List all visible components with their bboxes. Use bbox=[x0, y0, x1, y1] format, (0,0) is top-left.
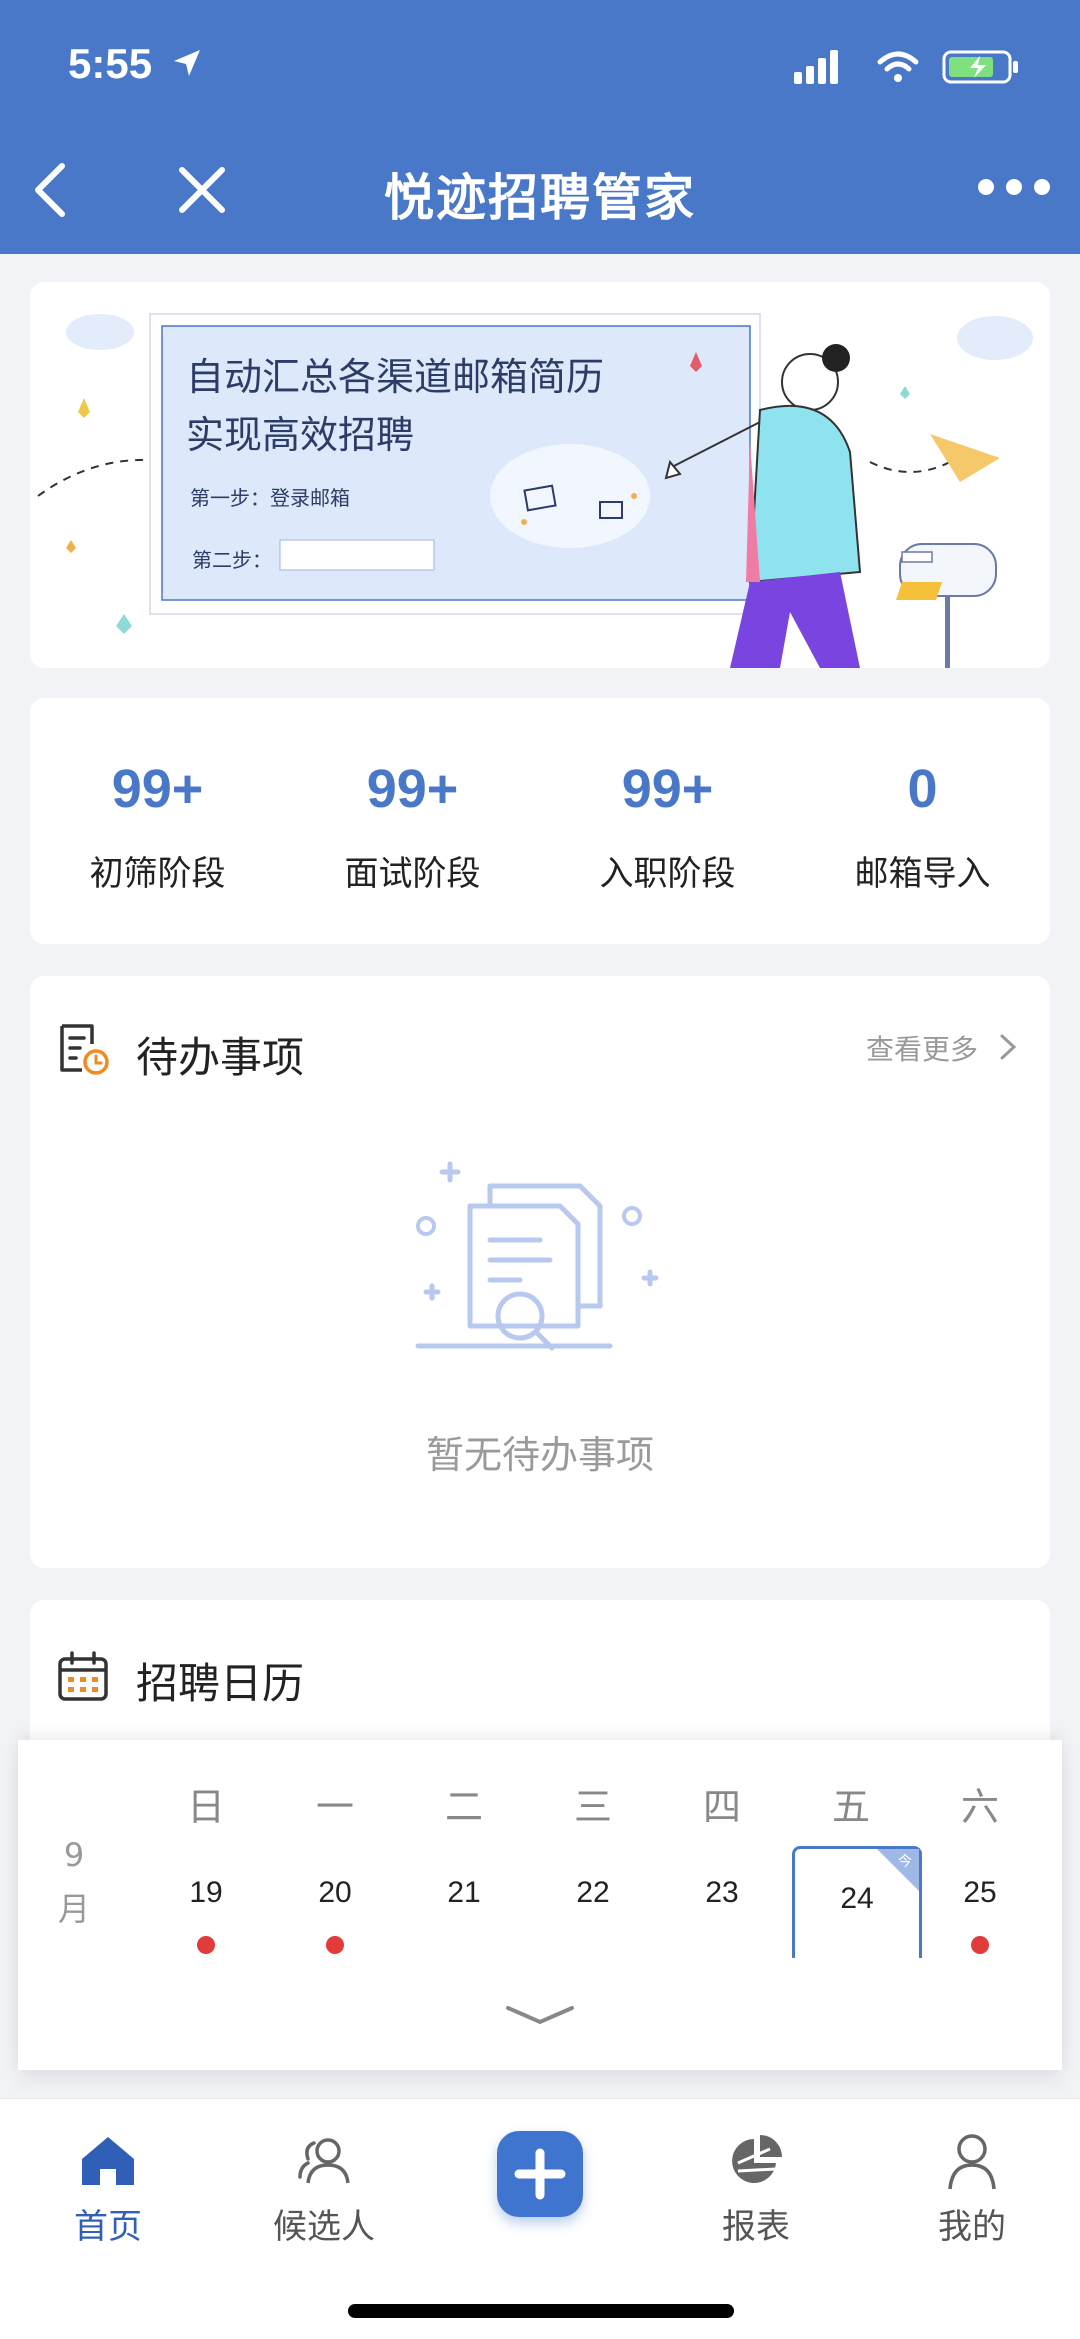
calendar-icon bbox=[58, 1651, 108, 1701]
home-indicator bbox=[348, 2304, 734, 2318]
empty-document-icon bbox=[415, 1161, 659, 1351]
stat-value: 99+ bbox=[366, 759, 459, 819]
tab-reports[interactable]: 报表 bbox=[676, 2129, 836, 2248]
plus-icon bbox=[514, 2148, 566, 2200]
calendar-day[interactable]: 23 bbox=[672, 1876, 772, 1910]
weekday-label: 日 bbox=[186, 1785, 225, 1829]
banner-step1: 第一步：登录邮箱 bbox=[190, 486, 350, 510]
location-arrow-icon bbox=[174, 50, 200, 76]
stat-label: 面试阶段 bbox=[344, 854, 481, 894]
user-icon bbox=[948, 2134, 996, 2190]
tab-candidates[interactable]: 候选人 bbox=[244, 2129, 404, 2248]
event-dot bbox=[971, 1936, 989, 1954]
stage-stats: 99+ 初筛阶段 99+ 面试阶段 99+ 入职阶段 0 邮箱导入 bbox=[30, 698, 1050, 944]
stat-onboarding[interactable]: 99+ 入职阶段 bbox=[540, 698, 795, 944]
event-dot bbox=[197, 1936, 215, 1954]
stat-value: 0 bbox=[907, 759, 938, 819]
tab-label: 报表 bbox=[722, 2207, 790, 2247]
weekday-label: 二 bbox=[444, 1785, 483, 1829]
add-button[interactable] bbox=[497, 2131, 583, 2217]
candidates-icon bbox=[298, 2138, 350, 2184]
tab-home[interactable]: 首页 bbox=[28, 2129, 188, 2248]
calendar-title: 招聘日历 bbox=[136, 1659, 305, 1708]
wifi-icon bbox=[877, 51, 919, 72]
pie-chart-icon bbox=[732, 2135, 782, 2183]
bottom-tab-bar: 首页 候选人 报表 我的 bbox=[0, 2098, 1080, 2339]
stat-value: 99+ bbox=[621, 759, 714, 819]
page-title: 悦迹招聘管家 bbox=[384, 169, 696, 227]
banner-title: 自动汇总各渠道邮箱简历 实现高效招聘 bbox=[186, 348, 604, 464]
banner-illustration bbox=[37, 313, 1033, 668]
stat-interview[interactable]: 99+ 面试阶段 bbox=[285, 698, 540, 944]
calendar-day[interactable]: 25 bbox=[930, 1876, 1030, 1910]
banner-title-line1: 自动汇总各渠道邮箱简历 bbox=[186, 355, 605, 399]
stat-value: 99+ bbox=[111, 759, 204, 819]
month-label: 9 月 bbox=[54, 1828, 94, 1936]
stat-label: 初筛阶段 bbox=[89, 854, 226, 894]
banner-step2: 第二步： bbox=[192, 548, 272, 572]
todo-title: 待办事项 bbox=[136, 1033, 305, 1082]
chevron-down-icon[interactable] bbox=[500, 2000, 580, 2030]
status-icons bbox=[794, 50, 1018, 84]
tab-label: 候选人 bbox=[273, 2207, 375, 2247]
more-icon[interactable] bbox=[976, 172, 1052, 202]
banner-title-line2: 实现高效招聘 bbox=[186, 413, 415, 457]
stat-label: 入职阶段 bbox=[599, 854, 736, 894]
calendar-day[interactable]: 22 bbox=[543, 1876, 643, 1910]
signal-icon bbox=[794, 50, 838, 84]
top-bar: 5:55 悦迹招聘管家 bbox=[0, 0, 1080, 254]
chevron-right-icon[interactable] bbox=[996, 1030, 1020, 1064]
month-unit: 月 bbox=[57, 1890, 90, 1928]
today-tag-text: 今 bbox=[898, 1854, 912, 1870]
recruit-calendar: 招聘日历 日 一 二 三 四 五 六 9 月 今 19 20 21 22 23 … bbox=[18, 1600, 1062, 2070]
empty-todo-text: 暂无待办事项 bbox=[425, 1433, 654, 1477]
weekday-label: 三 bbox=[573, 1785, 612, 1829]
view-more-link[interactable]: 查看更多 bbox=[866, 1028, 978, 1068]
month-number: 9 bbox=[63, 1836, 85, 1874]
tab-label: 我的 bbox=[938, 2207, 1006, 2247]
weekday-label: 六 bbox=[960, 1785, 999, 1829]
todo-section: 待办事项 查看更多 暂无待办事项 bbox=[30, 976, 1050, 1568]
stat-label: 邮箱导入 bbox=[854, 854, 991, 894]
todo-list-icon bbox=[60, 1024, 109, 1075]
calendar-day[interactable]: 19 bbox=[156, 1876, 256, 1910]
weekday-label: 一 bbox=[315, 1785, 354, 1829]
tab-mine[interactable]: 我的 bbox=[892, 2129, 1052, 2248]
weekday-label: 五 bbox=[831, 1785, 870, 1829]
promo-banner[interactable]: 自动汇总各渠道邮箱简历 实现高效招聘 第一步：登录邮箱 第二步： bbox=[30, 282, 1050, 668]
calendar-day[interactable]: 21 bbox=[414, 1876, 514, 1910]
status-time: 5:55 bbox=[68, 40, 153, 87]
weekday-label: 四 bbox=[702, 1785, 741, 1829]
stat-email-import[interactable]: 0 邮箱导入 bbox=[795, 698, 1050, 944]
tab-label: 首页 bbox=[74, 2207, 142, 2247]
home-icon bbox=[82, 2137, 134, 2185]
battery-icon bbox=[942, 50, 1018, 84]
stat-screening[interactable]: 99+ 初筛阶段 bbox=[30, 698, 285, 944]
calendar-day[interactable]: 20 bbox=[285, 1876, 385, 1910]
calendar-day-today[interactable]: 24 bbox=[807, 1882, 907, 1916]
event-dot bbox=[326, 1936, 344, 1954]
